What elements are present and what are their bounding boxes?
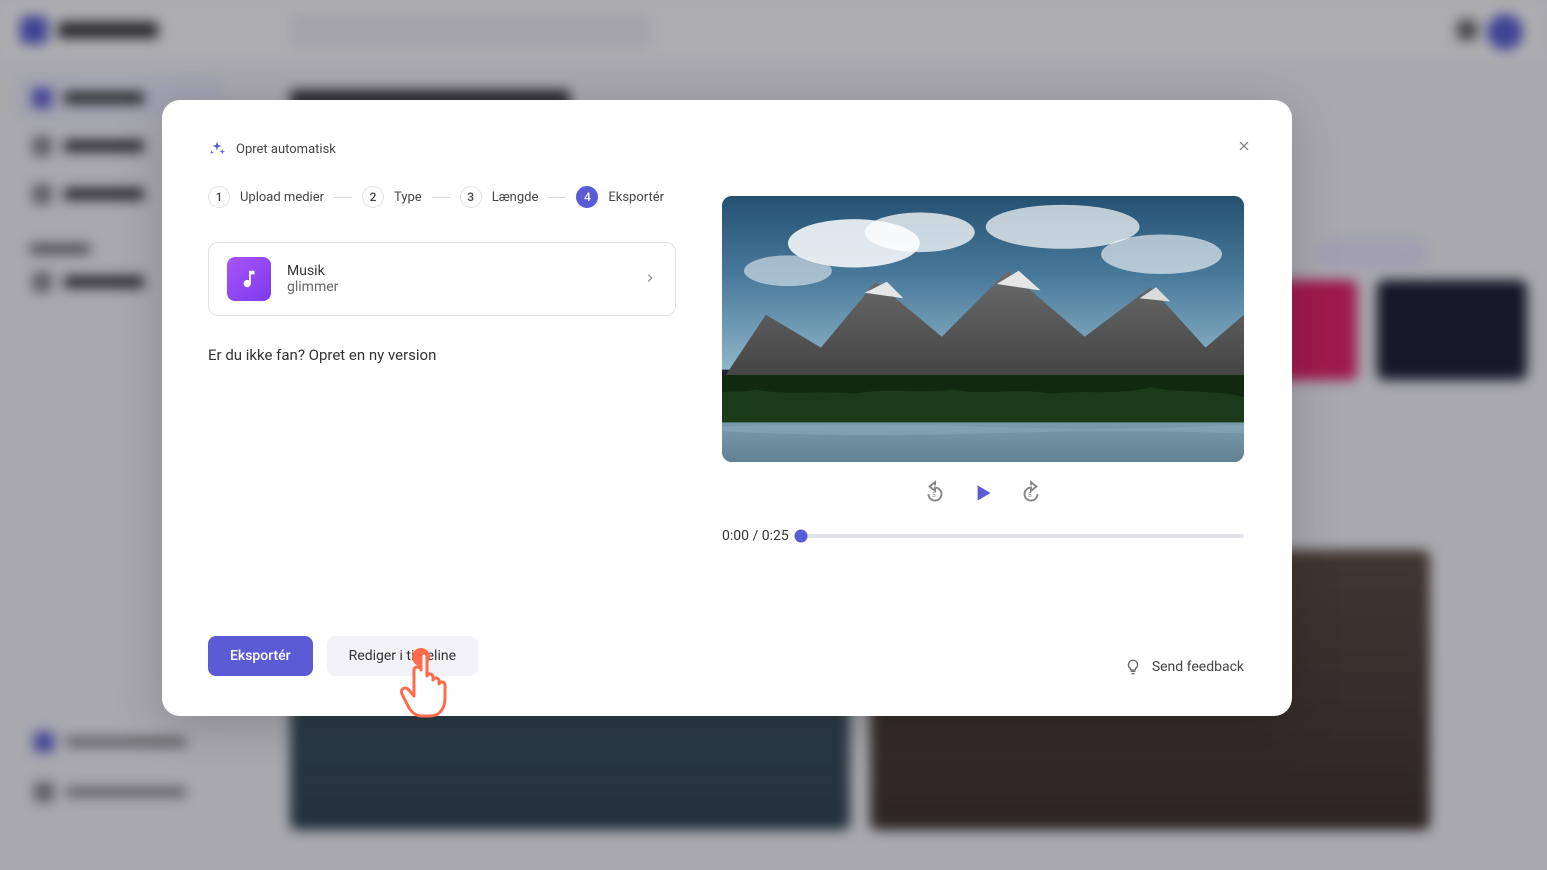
music-subtitle: glimmer — [287, 279, 338, 295]
timeline-row: 0:00 / 0:25 — [722, 528, 1244, 544]
step-4-label: Eksportér — [608, 190, 664, 205]
regenerate-text: Er du ikke fan? Opret en ny version — [208, 346, 676, 364]
music-title: Musik — [287, 263, 338, 279]
seek-bar[interactable] — [801, 534, 1244, 538]
total-time: 0:25 — [762, 528, 789, 544]
playback-time: 0:00 / 0:25 — [722, 528, 789, 544]
step-separator — [334, 197, 352, 198]
modal-actions: Eksportér Rediger i timeline — [208, 636, 676, 676]
step-1-label: Upload medier — [240, 190, 324, 205]
step-3[interactable]: 3 Længde — [460, 186, 539, 208]
step-3-label: Længde — [492, 190, 539, 205]
step-1-number: 1 — [208, 186, 230, 208]
export-button[interactable]: Eksportér — [208, 636, 313, 676]
play-button[interactable] — [970, 480, 996, 506]
step-2-label: Type — [394, 190, 422, 205]
step-separator — [432, 197, 450, 198]
step-1[interactable]: 1 Upload medier — [208, 186, 324, 208]
close-icon — [1236, 138, 1252, 154]
video-preview[interactable] — [722, 196, 1244, 462]
svg-text:5: 5 — [1028, 491, 1032, 499]
svg-text:5: 5 — [932, 491, 936, 499]
send-feedback-link[interactable]: Send feedback — [1124, 658, 1244, 676]
seek-thumb[interactable] — [794, 530, 807, 543]
rewind-button[interactable]: 5 — [922, 480, 948, 506]
modal-right-panel: 5 5 0:00 / 0:25 Send feedback — [722, 100, 1292, 716]
playback-controls: 5 5 — [722, 480, 1244, 506]
close-button[interactable] — [1230, 132, 1258, 160]
auto-create-label: Opret automatisk — [236, 142, 336, 157]
stepper: 1 Upload medier 2 Type 3 Længde 4 Ekspor… — [208, 186, 676, 208]
forward-button[interactable]: 5 — [1018, 480, 1044, 506]
step-2[interactable]: 2 Type — [362, 186, 422, 208]
feedback-label: Send feedback — [1152, 659, 1244, 675]
music-selector[interactable]: Musik glimmer — [208, 242, 676, 316]
step-2-number: 2 — [362, 186, 384, 208]
step-separator — [548, 197, 566, 198]
sparkle-icon — [208, 140, 226, 158]
export-modal: Opret automatisk 1 Upload medier 2 Type … — [162, 100, 1292, 716]
edit-timeline-button[interactable]: Rediger i timeline — [327, 636, 478, 676]
current-time: 0:00 — [722, 528, 749, 544]
music-note-icon — [227, 257, 271, 301]
chevron-right-icon — [643, 270, 657, 289]
step-3-number: 3 — [460, 186, 482, 208]
lightbulb-icon — [1124, 658, 1142, 676]
step-4[interactable]: 4 Eksportér — [576, 186, 664, 208]
modal-left-panel: Opret automatisk 1 Upload medier 2 Type … — [162, 100, 722, 716]
auto-create-header: Opret automatisk — [208, 140, 676, 158]
music-text: Musik glimmer — [287, 263, 338, 295]
step-4-number: 4 — [576, 186, 598, 208]
